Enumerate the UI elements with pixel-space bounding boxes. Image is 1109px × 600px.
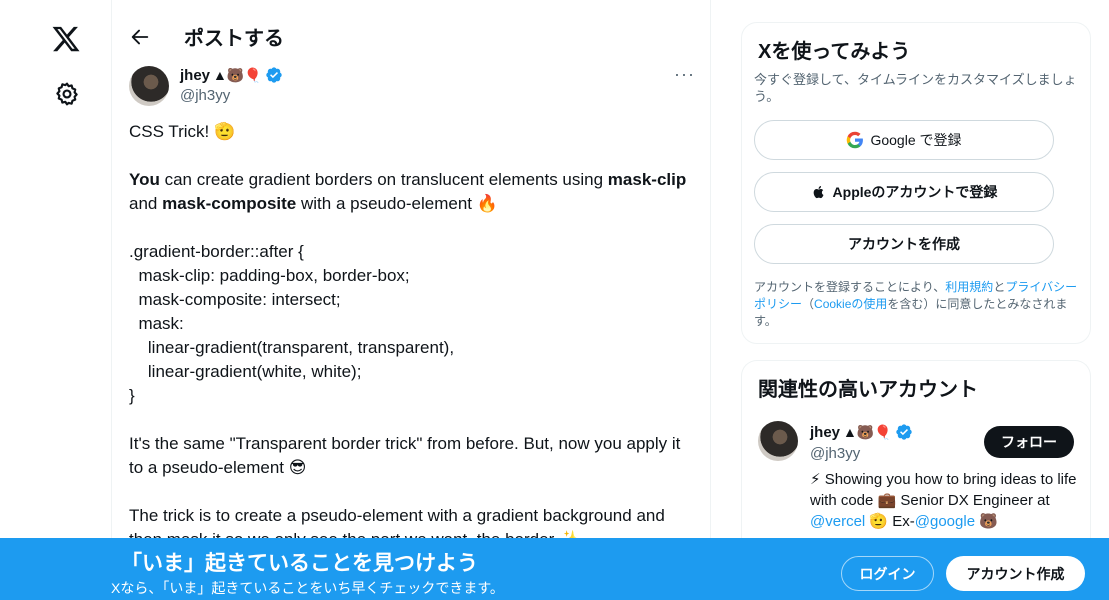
post-paragraph: CSS Trick! 🫡 <box>129 120 699 144</box>
terms-link[interactable]: 利用規約 <box>945 280 993 294</box>
signup-card: Xを使ってみよう 今すぐ登録して、タイムラインをカスタマイズしましょう。 Goo… <box>741 22 1091 344</box>
post-text-run: can create gradient borders on transluce… <box>159 170 608 189</box>
back-arrow-icon[interactable] <box>129 26 151 48</box>
terms-text: アカウントを登録することにより、利用規約とプライバシーポリシー（Cookieの使… <box>754 279 1086 330</box>
banner-subtitle: Xなら、「いま」起きていることをいち早くチェックできます。 <box>111 580 504 596</box>
code-line: mask-clip: padding-box, border-box; <box>129 266 410 285</box>
author-name[interactable]: jhey <box>180 67 210 84</box>
create-account-button[interactable]: アカウントを作成 <box>754 224 1054 264</box>
author-avatar[interactable] <box>129 66 169 106</box>
signup-subtitle: 今すぐ登録して、タイムラインをカスタマイズしましょう。 <box>754 72 1077 104</box>
post-text: CSS Trick! 🫡 You can create gradient bor… <box>129 120 699 576</box>
post-text-run: CSS Trick! 🫡 <box>129 122 236 141</box>
post-bold-text: mask-clip <box>607 170 687 189</box>
author-handle[interactable]: @jh3yy <box>180 87 230 104</box>
post-text-run: and <box>129 194 163 213</box>
banner-title: 「いま」起きていることを見つけよう <box>121 552 478 575</box>
terms-text-part: （ <box>802 297 815 311</box>
cookie-link[interactable]: Cookieの使用 <box>814 297 887 311</box>
google-signup-button[interactable]: Google で登録 <box>754 120 1054 160</box>
verified-badge-icon <box>266 67 282 83</box>
signup-banner: 「いま」起きていることを見つけよう Xなら、「いま」起きていることをいち早くチェ… <box>0 538 1109 600</box>
apple-icon <box>813 186 824 199</box>
bio-text: 🐻 <box>975 513 998 530</box>
terms-text-part: と <box>993 280 1006 294</box>
related-emojis: ▲🐻🎈 <box>843 424 892 440</box>
apple-signup-label: Appleのアカウントで登録 <box>832 184 998 200</box>
google-signup-label: Google で登録 <box>870 132 962 148</box>
code-line: linear-gradient(transparent, transparent… <box>129 338 455 357</box>
related-bio: ⚡ Showing you how to bring ideas to life… <box>810 469 1080 532</box>
google-link[interactable]: @google <box>915 513 975 530</box>
post-bold-text: You <box>129 170 160 189</box>
bio-text: ⚡ Showing you how to bring ideas to life… <box>810 471 1077 509</box>
bio-text: 🫡 Ex- <box>865 513 915 530</box>
post-paragraph: You can create gradient borders on trans… <box>129 168 699 216</box>
related-name[interactable]: jhey <box>810 424 840 441</box>
vercel-link[interactable]: @vercel <box>810 513 865 530</box>
follow-button[interactable]: フォロー <box>984 426 1074 458</box>
verified-badge-icon <box>896 424 912 440</box>
banner-create-account-button[interactable]: アカウント作成 <box>946 556 1085 591</box>
post-bold-text: mask-composite <box>162 194 297 213</box>
code-line: mask: <box>129 314 184 333</box>
signup-title: Xを使ってみよう <box>758 41 911 63</box>
google-icon <box>847 131 864 149</box>
code-line: linear-gradient(white, white); <box>129 362 362 381</box>
more-options-icon[interactable]: ··· <box>674 64 695 85</box>
gear-icon[interactable] <box>54 81 80 107</box>
author-name-row[interactable]: jhey ▲🐻🎈 <box>180 66 283 84</box>
related-avatar[interactable] <box>758 421 798 461</box>
page-title: ポストする <box>184 28 284 50</box>
related-title: 関連性の高いアカウント <box>758 379 978 401</box>
author-emojis: ▲🐻🎈 <box>213 67 262 83</box>
related-handle[interactable]: @jh3yy <box>810 445 860 462</box>
main-column: ポストする jhey ▲🐻🎈 @jh3yy ··· CSS Trick! 🫡 Y… <box>111 0 711 600</box>
apple-signup-button[interactable]: Appleのアカウントで登録 <box>754 172 1054 212</box>
related-name-row[interactable]: jhey ▲🐻🎈 <box>810 423 913 441</box>
code-line: } <box>129 386 135 405</box>
code-line: mask-composite: intersect; <box>129 290 341 309</box>
terms-text-part: アカウントを登録することにより、 <box>754 280 946 294</box>
x-logo-icon[interactable] <box>51 24 81 54</box>
left-nav <box>0 0 112 600</box>
post-paragraph: It's the same "Transparent border trick"… <box>129 434 681 477</box>
login-button[interactable]: ログイン <box>841 556 934 591</box>
code-line: .gradient-border::after { <box>129 242 304 261</box>
post-code-block: .gradient-border::after { mask-clip: pad… <box>129 240 699 408</box>
post-text-run: with a pseudo-element 🔥 <box>296 194 498 213</box>
